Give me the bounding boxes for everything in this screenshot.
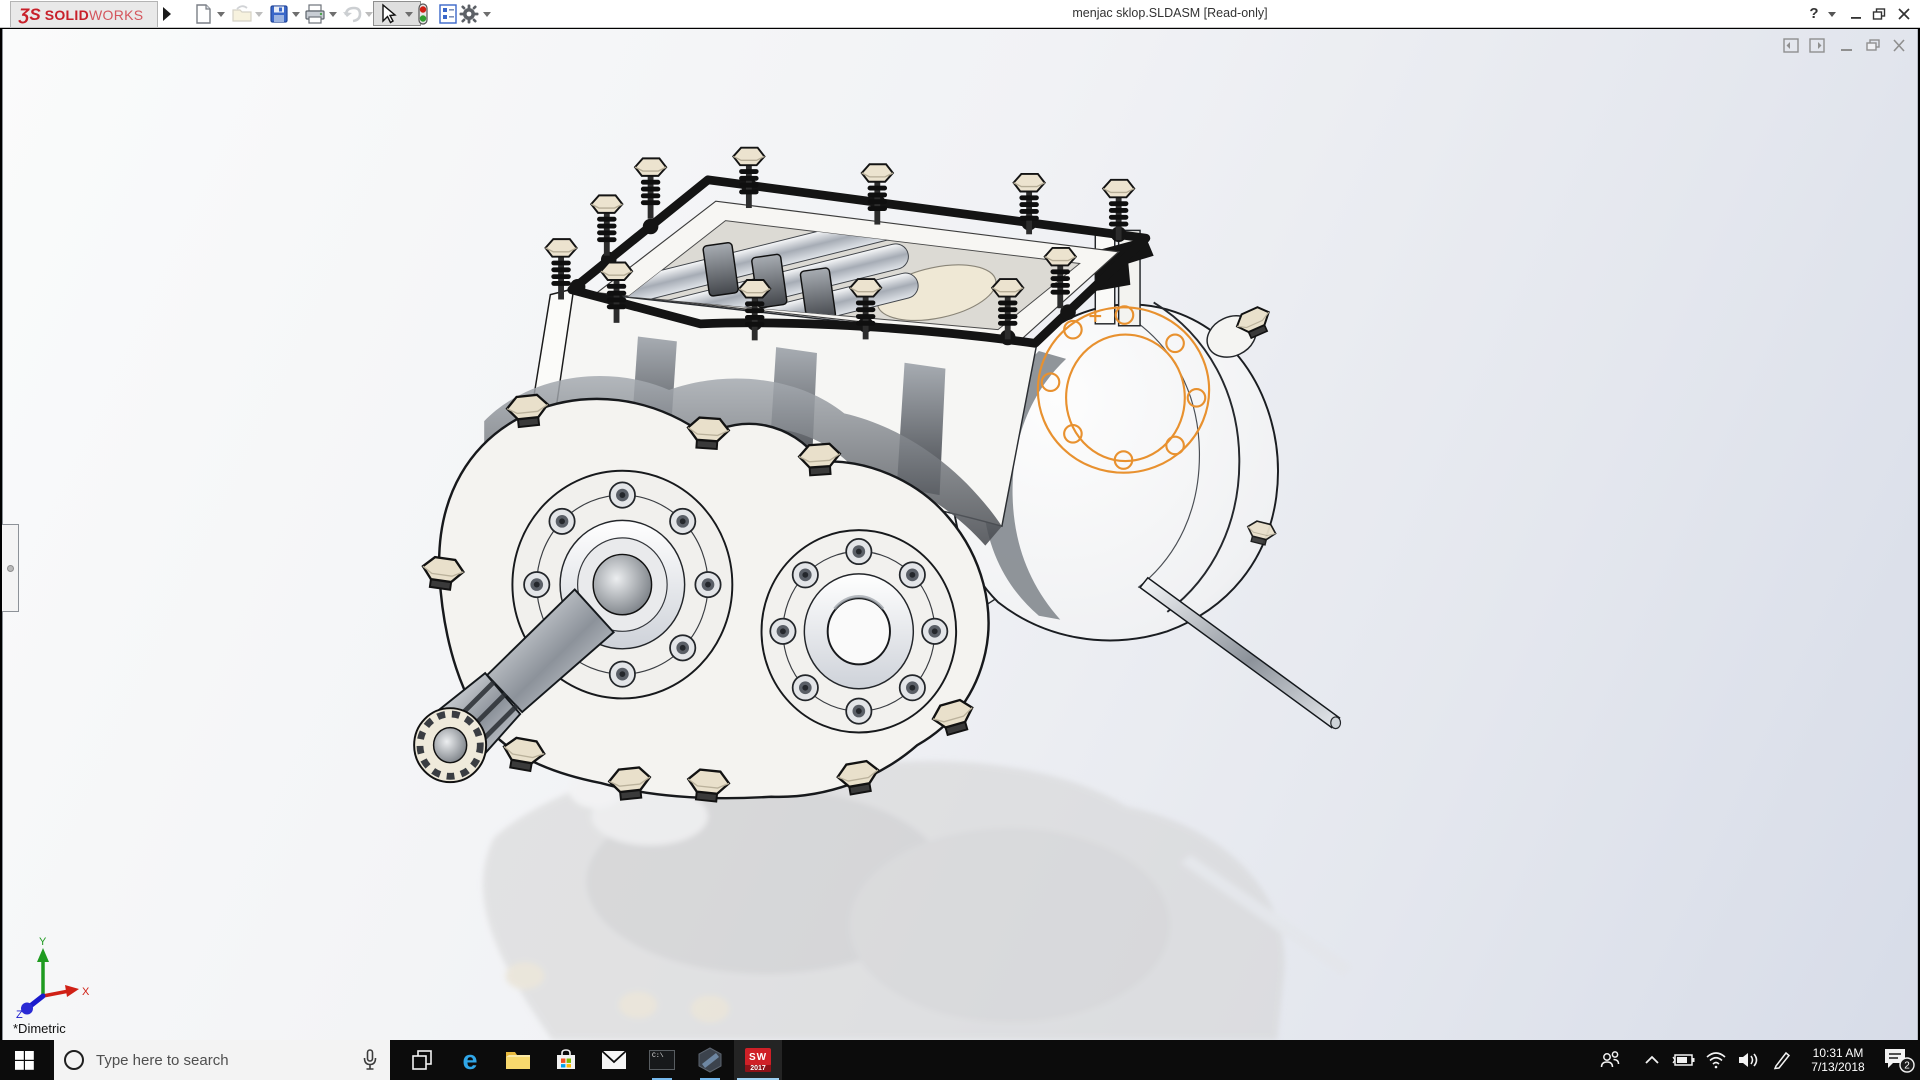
- taskbar-app-file-explorer[interactable]: [494, 1040, 542, 1080]
- interference-check-icon[interactable]: [412, 3, 434, 25]
- help-button[interactable]: ?: [1804, 0, 1824, 27]
- print-caret-icon[interactable]: [329, 12, 337, 17]
- people-button[interactable]: [1594, 1040, 1626, 1080]
- windows-logo-icon: [14, 1050, 34, 1070]
- taskbar-app-command-prompt[interactable]: C:\: [638, 1040, 686, 1080]
- document-close-button[interactable]: [1891, 38, 1908, 53]
- help-caret-icon[interactable]: [1828, 12, 1836, 17]
- notification-badge: 2: [1904, 1061, 1910, 1072]
- orientation-triad: Y X Z: [16, 936, 90, 1018]
- undo-caret-icon[interactable]: [365, 12, 373, 17]
- task-view-button[interactable]: [398, 1040, 446, 1080]
- taskbar-app-store[interactable]: [542, 1040, 590, 1080]
- volume-icon: [1739, 1053, 1758, 1067]
- taskbar-app-edrawings[interactable]: [686, 1040, 734, 1080]
- chevron-up-icon: [1645, 1055, 1659, 1064]
- file-explorer-icon: [506, 1052, 530, 1069]
- hidden-icons-button[interactable]: [1636, 1040, 1668, 1080]
- solidworks-logo[interactable]: ƷS SOLID WORKS: [10, 1, 158, 27]
- windows-taskbar: Type here to search e C:\ SW 2017 10:31 …: [0, 1040, 1920, 1080]
- cortana-icon: [64, 1050, 84, 1070]
- command-prompt-icon: C:\: [649, 1050, 675, 1070]
- right-bearing-cover: [760, 529, 958, 734]
- document-minimize-button[interactable]: [1839, 38, 1856, 53]
- previous-pane-button[interactable]: [1783, 38, 1800, 53]
- triad-y-label: Y: [39, 936, 47, 948]
- model-reflection: [483, 760, 1353, 1040]
- save-caret-icon[interactable]: [292, 12, 300, 17]
- pen-icon: [1773, 1051, 1791, 1070]
- select-arrow-icon[interactable]: [377, 3, 399, 25]
- taskbar-app-solidworks[interactable]: SW 2017: [734, 1040, 782, 1080]
- undo-icon[interactable]: [341, 3, 363, 25]
- input-shaft: [1139, 576, 1342, 730]
- mail-icon: [601, 1050, 627, 1069]
- battery-icon: [1672, 1054, 1695, 1066]
- report-icon[interactable]: [437, 3, 459, 25]
- graphics-viewport[interactable]: Y X Z *Dimetric: [2, 29, 1918, 1040]
- volume-button[interactable]: [1732, 1040, 1764, 1080]
- triad-z-label: Z: [16, 1009, 23, 1018]
- pen-button[interactable]: [1766, 1040, 1798, 1080]
- minimize-button[interactable]: [1849, 7, 1863, 21]
- action-center-icon: 2: [1885, 1049, 1915, 1073]
- wifi-button[interactable]: [1700, 1040, 1732, 1080]
- edrawings-icon: [698, 1047, 722, 1073]
- solidworks-logo-light: WORKS: [89, 6, 144, 23]
- solidworks-icon-year: 2017: [745, 1065, 771, 1072]
- options-gear-icon[interactable]: [458, 3, 480, 25]
- gearbox-model: [413, 146, 1353, 1040]
- edge-icon: e: [462, 1045, 478, 1075]
- triad-x-label: X: [82, 986, 90, 998]
- featuremanager-collapsed-tab[interactable]: [2, 524, 19, 612]
- new-document-caret-icon[interactable]: [217, 12, 225, 17]
- solidworks-logo-glyph: ƷS: [19, 4, 41, 24]
- document-title: menjac sklop.SLDASM [Read-only]: [1072, 6, 1268, 20]
- taskbar-search-input[interactable]: Type here to search: [54, 1040, 390, 1080]
- solidworks-app: ƷS SOLID WORKS menjac sklop.SLDASM [Read…: [0, 0, 1920, 1080]
- view-orientation-label: *Dimetric: [13, 1021, 66, 1036]
- document-restore-button[interactable]: [1865, 38, 1882, 53]
- print-icon[interactable]: [304, 3, 326, 25]
- taskbar-app-edge[interactable]: e: [446, 1040, 494, 1080]
- close-button[interactable]: [1897, 7, 1911, 21]
- solidworks-taskbar-icon: SW 2017: [745, 1047, 771, 1073]
- title-bar: ƷS SOLID WORKS menjac sklop.SLDASM [Read…: [0, 0, 1920, 28]
- search-placeholder: Type here to search: [96, 1051, 229, 1069]
- solidworks-icon-text: SW: [745, 1048, 771, 1066]
- start-button[interactable]: [0, 1040, 48, 1080]
- wifi-icon: [1706, 1052, 1726, 1069]
- taskbar-app-mail[interactable]: [590, 1040, 638, 1080]
- people-icon: [1600, 1051, 1620, 1068]
- battery-button[interactable]: [1668, 1040, 1700, 1080]
- menu-flyout-arrow-icon[interactable]: [163, 7, 171, 21]
- microsoft-store-icon: [557, 1049, 575, 1069]
- action-center-button[interactable]: 2: [1880, 1040, 1918, 1080]
- open-icon[interactable]: [231, 3, 253, 25]
- clock-date: 7/13/2018: [1811, 1060, 1865, 1074]
- pane-handle-dot-icon: [6, 564, 14, 572]
- options-caret-icon[interactable]: [483, 12, 491, 17]
- open-caret-icon[interactable]: [255, 12, 263, 17]
- task-view-icon: [412, 1050, 432, 1070]
- solidworks-logo-bold: SOLID: [44, 6, 90, 23]
- new-document-icon[interactable]: [192, 3, 214, 25]
- microphone-icon[interactable]: [362, 1049, 378, 1071]
- save-icon[interactable]: [268, 3, 290, 25]
- clock-time: 10:31 AM: [1812, 1046, 1864, 1060]
- next-pane-button[interactable]: [1809, 38, 1826, 53]
- taskbar-clock[interactable]: 10:31 AM 7/13/2018: [1796, 1040, 1880, 1080]
- restore-button[interactable]: [1872, 7, 1886, 21]
